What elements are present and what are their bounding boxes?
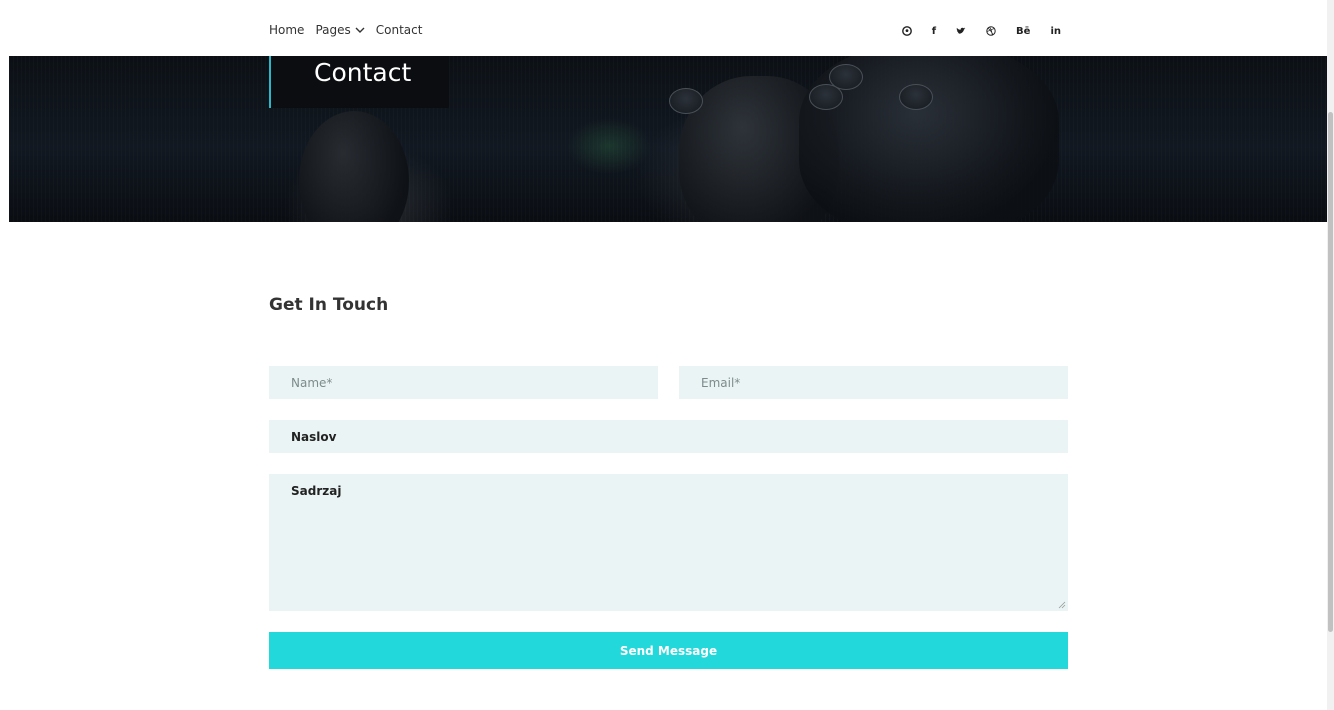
top-navbar: Home Pages Contact f Bē in (0, 0, 1327, 56)
linkedin-icon[interactable]: in (1050, 24, 1061, 38)
nav-contact-link[interactable]: Contact (376, 23, 423, 37)
twitter-icon[interactable] (956, 24, 966, 38)
chevron-down-icon (355, 27, 365, 33)
behance-icon[interactable]: Bē (1016, 24, 1030, 38)
hero-texture (9, 56, 1327, 222)
name-placeholder: Name* (291, 376, 333, 390)
page-title: Contact (314, 58, 412, 87)
social-links: f Bē in (901, 24, 1061, 38)
subject-value: Naslov (291, 430, 337, 444)
dribbble-glyph (986, 26, 996, 36)
hero-image-detail (899, 84, 933, 110)
scrollbar-thumb[interactable] (1328, 112, 1333, 632)
nav-home-link[interactable]: Home (269, 23, 304, 37)
dribbble-icon[interactable] (986, 24, 996, 38)
name-field[interactable]: Name* (269, 366, 658, 399)
section-heading: Get In Touch (269, 295, 389, 315)
message-textarea[interactable]: Sadrzaj (269, 474, 1068, 611)
pinterest-icon[interactable] (901, 24, 912, 38)
resize-handle-icon[interactable] (1058, 601, 1066, 609)
nav-pages-label: Pages (315, 23, 351, 37)
page-scrollbar[interactable] (1327, 0, 1334, 710)
hero-image-detail (809, 84, 843, 110)
facebook-icon[interactable]: f (932, 24, 936, 38)
send-message-button[interactable]: Send Message (269, 632, 1068, 669)
twitter-glyph (956, 27, 966, 34)
email-placeholder: Email* (701, 376, 741, 390)
subject-field[interactable]: Naslov (269, 420, 1068, 453)
nav-pages-link[interactable]: Pages (315, 23, 365, 37)
main-nav: Home Pages Contact (269, 23, 433, 37)
pinterest-glyph (901, 26, 912, 36)
hero-banner: Contact (9, 56, 1327, 222)
email-field[interactable]: Email* (679, 366, 1068, 399)
hero-image-detail (669, 88, 703, 114)
message-value: Sadrzaj (291, 484, 342, 498)
